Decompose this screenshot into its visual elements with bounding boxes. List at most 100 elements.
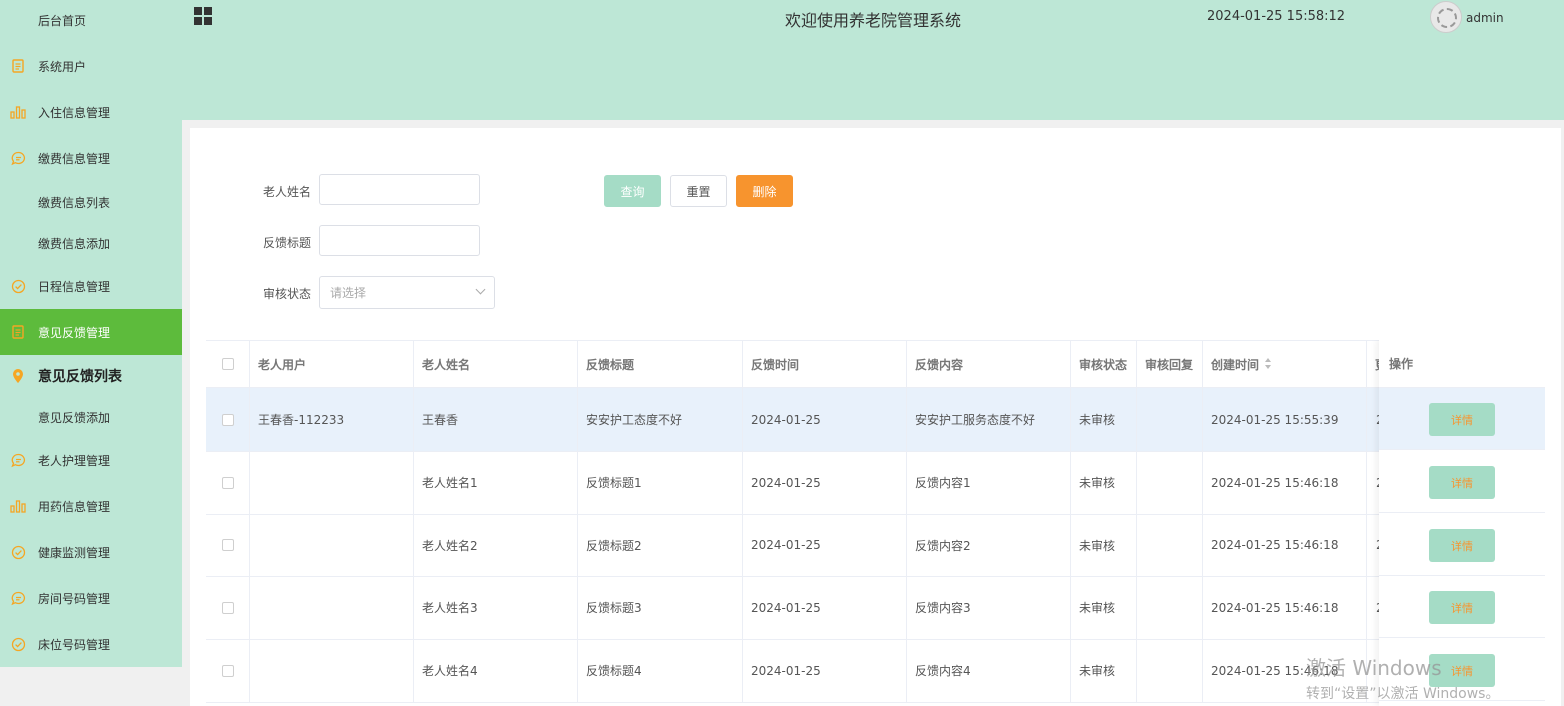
sidebar-item-label: 日程信息管理 (38, 279, 111, 294)
operation-cell: 详情 (1379, 388, 1545, 450)
cell-content: 反馈内容3 (907, 576, 1071, 639)
cell-title: 反馈标题3 (578, 576, 743, 639)
chevron-down-icon (475, 284, 486, 295)
site-title: 欢迎使用养老院管理系统 (784, 11, 961, 30)
cell-content: 反馈内容4 (907, 639, 1071, 702)
query-button[interactable]: 查询 (604, 175, 661, 207)
sidebar-item-nursing[interactable]: 老人护理管理 (0, 437, 182, 483)
chat-bubble-icon (10, 150, 26, 166)
row-checkbox[interactable] (221, 601, 234, 614)
cell-created: 2024-01-25 15:46:18 (1203, 451, 1367, 514)
col-header-label: 创建时间 (1211, 357, 1260, 372)
cell-reply (1137, 576, 1203, 639)
cell-status: 未审核 (1071, 639, 1137, 702)
cell-reply (1137, 639, 1203, 702)
bar-chart-icon (10, 498, 26, 514)
avatar[interactable] (1430, 1, 1462, 33)
detail-button[interactable]: 详情 (1429, 403, 1495, 436)
sidebar-item-label: 意见反馈列表 (38, 369, 122, 385)
chat-bubble-icon (10, 590, 26, 606)
sidebar-item-bed[interactable]: 床位号码管理 (0, 621, 182, 667)
sidebar-item-feedback[interactable]: 意见反馈管理 (0, 309, 182, 355)
current-datetime: 2024-01-25 15:58:12 (1207, 9, 1346, 24)
cell-user (250, 514, 414, 576)
table-header-row: 老人用户 老人姓名 反馈标题 反馈时间 反馈内容 审核状态 审核回复 创建时间 … (206, 340, 1545, 388)
col-header: 老人姓名 (414, 341, 578, 387)
title-label: 反馈标题 (263, 236, 312, 250)
operation-cell: 详情 (1379, 451, 1545, 513)
sidebar-item-label: 缴费信息管理 (38, 151, 111, 166)
table-row[interactable]: 老人姓名1 反馈标题1 2024-01-25 反馈内容1 未审核 2024-01… (206, 451, 1545, 515)
cell-user (250, 639, 414, 702)
sidebar-item-label: 意见反馈管理 (38, 325, 111, 340)
cell-created: 2024-01-25 15:46:18 (1203, 514, 1367, 576)
detail-button[interactable]: 详情 (1429, 529, 1495, 562)
cell-user: 王春香-112233 (250, 388, 414, 451)
detail-button[interactable]: 详情 (1429, 591, 1495, 624)
delete-button[interactable]: 删除 (736, 175, 793, 207)
sidebar-item-payment[interactable]: 缴费信息管理 (0, 135, 182, 181)
sidebar-item-system-users[interactable]: 系统用户 (0, 43, 182, 89)
row-checkbox[interactable] (221, 413, 234, 426)
status-label: 审核状态 (263, 287, 312, 301)
sidebar-item-medication[interactable]: 用药信息管理 (0, 483, 182, 529)
reset-button[interactable]: 重置 (670, 175, 727, 207)
cell-name: 老人姓名3 (414, 576, 578, 639)
cell-title: 反馈标题2 (578, 514, 743, 576)
col-header: 反馈内容 (907, 341, 1071, 387)
col-header-created[interactable]: 创建时间 (1203, 341, 1367, 387)
sidebar-item-label: 健康监测管理 (38, 545, 111, 560)
sidebar-item-room[interactable]: 房间号码管理 (0, 575, 182, 621)
sidebar-item-checkin[interactable]: 入住信息管理 (0, 89, 182, 135)
cell-content: 反馈内容1 (907, 451, 1071, 514)
watermark-line2: 转到“设置”以激活 Windows。 (1306, 686, 1500, 702)
cell-user (250, 576, 414, 639)
cell-name: 王春香 (414, 388, 578, 451)
col-header: 老人用户 (250, 341, 414, 387)
check-circle-icon (10, 278, 26, 294)
table-row[interactable]: 老人姓名2 反馈标题2 2024-01-25 反馈内容2 未审核 2024-01… (206, 514, 1545, 577)
status-placeholder: 请选择 (330, 286, 367, 300)
col-header: 反馈时间 (743, 341, 907, 387)
cell-created: 2024-01-25 15:55:39 (1203, 388, 1367, 451)
name-input[interactable] (319, 174, 480, 205)
cell-reply (1137, 451, 1203, 514)
sidebar-item-label: 系统用户 (38, 59, 87, 74)
sidebar-item-payment-add[interactable]: 缴费信息添加 (0, 220, 182, 266)
col-header: 反馈标题 (578, 341, 743, 387)
table-row[interactable]: 老人姓名3 反馈标题3 2024-01-25 反馈内容3 未审核 2024-01… (206, 576, 1545, 640)
watermark-line1: 激活 Windows (1306, 656, 1442, 680)
table-row[interactable]: 王春香-112233 王春香 安安护工态度不好 2024-01-25 安安护工服… (206, 388, 1545, 452)
bar-chart-icon (10, 104, 26, 120)
select-all-checkbox[interactable] (221, 358, 234, 370)
sidebar-item-payment-list[interactable]: 缴费信息列表 (0, 179, 182, 225)
main-content: 老人姓名 反馈标题 审核状态 请选择 查询 重置 删除 老人用户 老人姓名 反馈… (190, 128, 1561, 706)
col-header: 审核回复 (1137, 341, 1203, 387)
check-circle-icon (10, 636, 26, 652)
sidebar-item-label: 缴费信息列表 (38, 195, 111, 210)
sidebar-item-feedback-add[interactable]: 意见反馈添加 (0, 394, 182, 440)
document-icon (10, 58, 26, 74)
status-select[interactable]: 请选择 (319, 276, 495, 309)
title-input[interactable] (319, 225, 480, 256)
sidebar-item-label: 意见反馈添加 (38, 410, 111, 425)
sidebar-item-health[interactable]: 健康监测管理 (0, 529, 182, 575)
select-all-cell (206, 341, 250, 387)
detail-button[interactable]: 详情 (1429, 466, 1495, 499)
row-checkbox[interactable] (221, 539, 234, 551)
user-name[interactable]: admin (1466, 11, 1504, 25)
sidebar-item-feedback-list[interactable]: 意见反馈列表 (0, 353, 182, 399)
row-checkbox[interactable] (221, 664, 234, 677)
cell-name: 老人姓名2 (414, 514, 578, 576)
cell-title: 反馈标题4 (578, 639, 743, 702)
row-checkbox[interactable] (221, 476, 234, 489)
sidebar-item-schedule[interactable]: 日程信息管理 (0, 263, 182, 309)
row-select-cell (206, 514, 250, 576)
cell-name: 老人姓名4 (414, 639, 578, 702)
sidebar-item-label: 床位号码管理 (38, 637, 111, 652)
sidebar-item-home[interactable]: 后台首页 (0, 0, 182, 43)
cell-name: 老人姓名1 (414, 451, 578, 514)
cell-user (250, 451, 414, 514)
row-select-cell (206, 639, 250, 702)
cell-title: 安安护工态度不好 (578, 388, 743, 451)
